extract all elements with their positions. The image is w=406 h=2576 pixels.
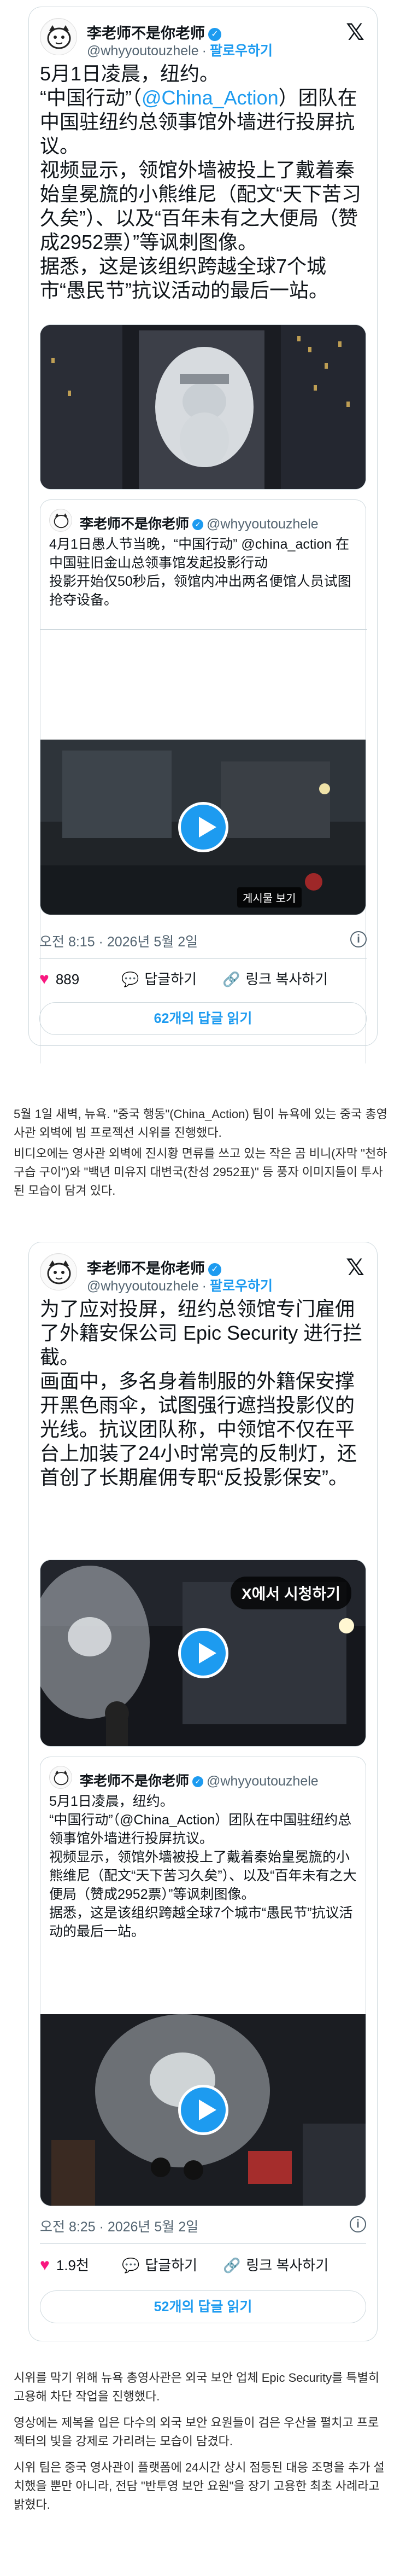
action-bar: ♥ 889 💬 답글하기 🔗 링크 복사하기 — [39, 967, 367, 991]
quoted-handle: @whyyoutouzhele — [207, 1773, 319, 1789]
reply-icon: 💬 — [121, 971, 139, 987]
divider — [39, 958, 367, 959]
watch-on-x-button[interactable]: X에서 시청하기 — [230, 1577, 351, 1609]
embedded-post-2[interactable]: 李老师不是你老师 ✓ @whyyoutouzhele · 팔로우하기 𝕏 为了应对投屏… — [28, 1242, 378, 2341]
view-post-tooltip: 게시물 보기 — [237, 887, 302, 908]
link-icon: 🔗 — [222, 971, 240, 987]
quoted-video-1[interactable]: 게시물 보기 — [40, 740, 366, 915]
x-logo-icon[interactable]: 𝕏 — [344, 1256, 366, 1279]
timestamp[interactable]: 오전 8:25 · 2026년 5월 2일 — [40, 2216, 198, 2236]
like-button[interactable]: ♥ 889 — [39, 967, 79, 991]
author-sub: @whyyoutouzhele · 팔로우하기 — [87, 1278, 273, 1294]
caption-3: 영상에는 제복을 입은 다수의 외국 보안 요원들이 검은 우산을 펼치고 프로… — [14, 2416, 379, 2448]
post1-extra: 게시물 보기 오전 8:15 · 2026년 5월 2일 i ♥ 889 💬 답글하… — [28, 7, 378, 1046]
post-video[interactable]: X에서 시청하기 — [40, 1560, 366, 1747]
verified-badge-icon: ✓ — [208, 1263, 221, 1276]
read-replies-button[interactable]: 52개의 답글 읽기 — [40, 2290, 366, 2323]
action-bar: ♥ 1.9천 💬 답글하기 🔗 링크 복사하기 — [40, 2253, 366, 2277]
copy-link-button[interactable]: 🔗 링크 복사하기 — [223, 2253, 328, 2277]
heart-icon: ♥ — [39, 970, 49, 988]
play-button-icon[interactable] — [178, 1628, 228, 1678]
link-icon: 🔗 — [223, 2257, 241, 2273]
verified-badge-icon: ✓ — [192, 1776, 204, 1788]
caption-1b: 비디오에는 영사관 외벽에 진시황 면류를 쓰고 있는 작은 곰 비니(자막 "… — [14, 1147, 387, 1197]
quoted-post[interactable]: 李老师不是你老师 ✓ @whyyoutouzhele 5月1日凌晨，纽约。 “中国行… — [40, 1757, 366, 2206]
follow-button[interactable]: 팔로우하기 — [210, 1278, 273, 1294]
post-header: 李老师不是你老师 ✓ @whyyoutouzhele · 팔로우하기 𝕏 — [40, 1253, 366, 1294]
read-replies-button[interactable]: 62개의 답글 읽기 — [39, 1002, 367, 1035]
reply-button[interactable]: 💬 답글하기 — [121, 967, 197, 991]
info-icon[interactable]: i — [350, 931, 367, 947]
quoted-video[interactable] — [40, 2014, 366, 2206]
reply-icon: 💬 — [122, 2257, 140, 2273]
timestamp[interactable]: 오전 8:15 · 2026년 5월 2일 — [39, 931, 198, 951]
quoted-header: 李老师不是你老师 ✓ @whyyoutouzhele — [49, 1766, 357, 1790]
quoted-avatar — [49, 1766, 72, 1789]
avatar[interactable] — [40, 1253, 77, 1290]
play-button-icon[interactable] — [178, 802, 228, 852]
play-button-icon[interactable] — [178, 2085, 228, 2135]
heart-icon: ♥ — [40, 2256, 50, 2274]
caption-4: 시위 팀은 중국 영사관이 플랫폼에 24시간 상시 점등된 대응 조명을 추가… — [14, 2461, 385, 2511]
caption-1: 5월 1일 새벽, 뉴욕. "중국 행동"(China_Action) 팀이 뉴… — [14, 1107, 387, 1139]
caption-2: 시위를 막기 위해 뉴욕 총영사관은 외국 보안 업체 Epic Securit… — [14, 2371, 380, 2403]
post-body: 为了应对投屏，纽约总领馆专门雇佣了外籍安保公司 Epic Security 进行… — [40, 1298, 363, 1488]
quoted-author: 李老师不是你老师 ✓ @whyyoutouzhele — [80, 1773, 319, 1789]
copy-link-button[interactable]: 🔗 링크 복사하기 — [222, 967, 328, 991]
quoted-text: 5月1日凌晨，纽约。 “中国行动”（@China_Action）团队在中国驻纽约… — [49, 1794, 357, 1939]
info-icon[interactable]: i — [350, 2216, 366, 2232]
like-button[interactable]: ♥ 1.9천 — [40, 2253, 89, 2277]
author-handle[interactable]: @whyyoutouzhele — [87, 1278, 199, 1294]
divider — [40, 2243, 366, 2244]
reply-button[interactable]: 💬 답글하기 — [122, 2253, 197, 2277]
